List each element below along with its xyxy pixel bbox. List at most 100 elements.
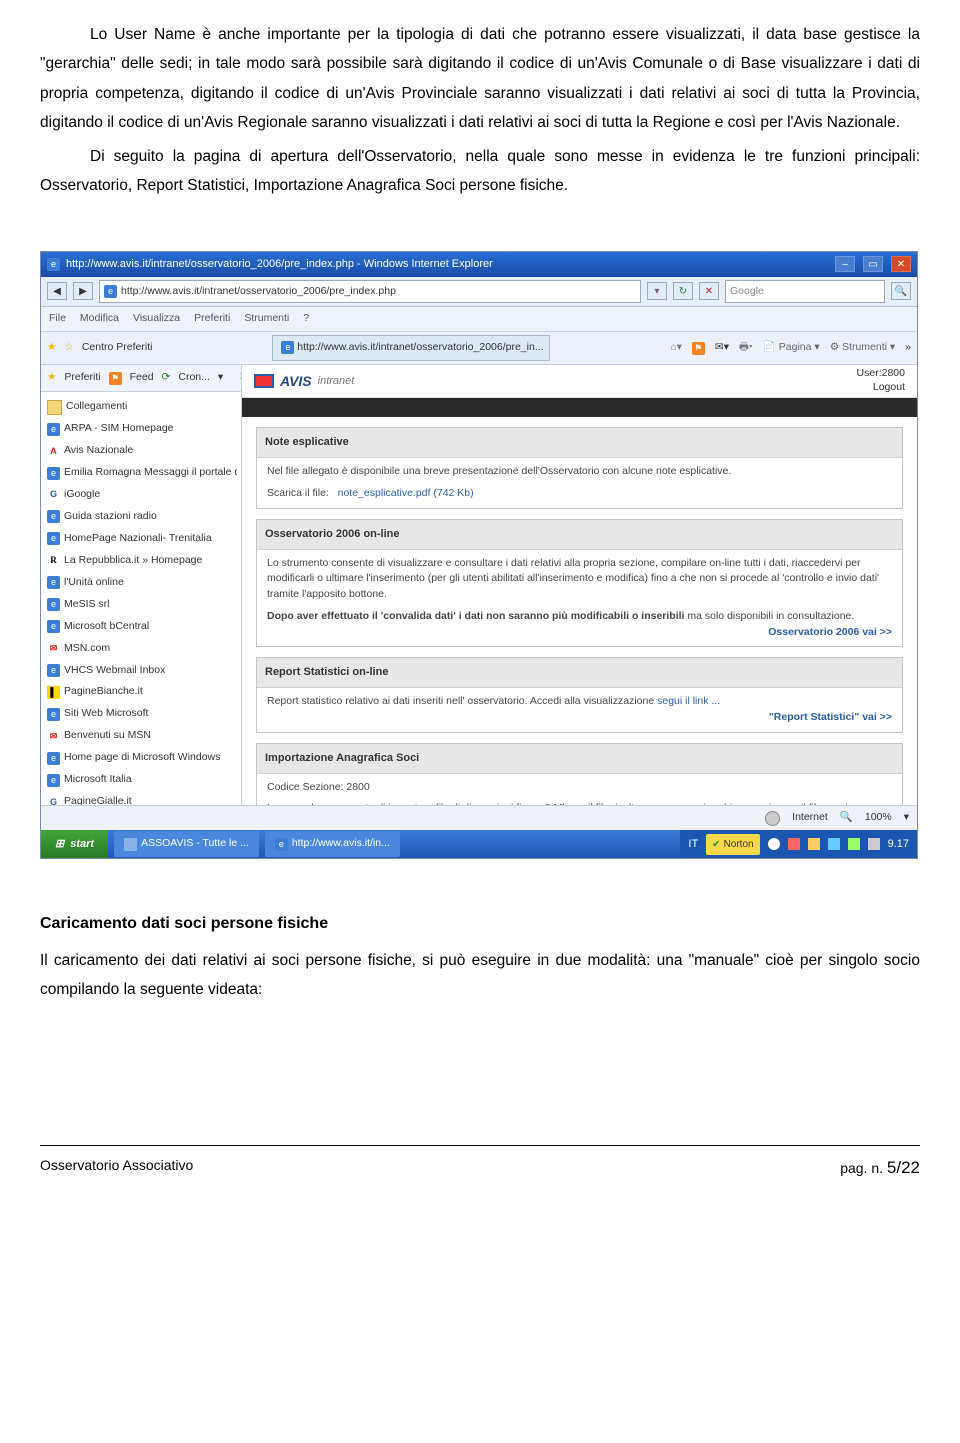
tray-icon[interactable]: [848, 838, 860, 850]
home-icon[interactable]: ⌂▾: [670, 338, 682, 358]
folder-icon: [47, 400, 62, 415]
clock[interactable]: 9.17: [888, 834, 909, 855]
more-chevron[interactable]: »: [905, 338, 911, 358]
card-inline-link[interactable]: segui il link ...: [657, 695, 720, 707]
favorites-item[interactable]: eARPA - SIM Homepage: [45, 418, 237, 440]
stop-button[interactable]: ✕: [699, 282, 719, 300]
page-menu[interactable]: 📄 Pagina ▾: [763, 338, 820, 358]
mail-icon[interactable]: ✉▾: [715, 338, 729, 358]
window-minimize-button[interactable]: ‒: [835, 256, 855, 272]
download-link[interactable]: note_esplicative.pdf (742 Kb): [338, 487, 474, 499]
tray-icon[interactable]: [828, 838, 840, 850]
fav-tab-history[interactable]: Cron...: [178, 368, 210, 388]
card-header: Note esplicative: [257, 428, 902, 458]
favorites-item[interactable]: GiGoogle: [45, 484, 237, 506]
favorites-center-label[interactable]: Centro Preferiti: [82, 338, 153, 358]
favorites-item[interactable]: eSiti Web Microsoft: [45, 703, 237, 725]
tray-icon[interactable]: [768, 838, 780, 850]
window-close-button[interactable]: ✕: [891, 256, 911, 272]
favorites-item[interactable]: Collegamenti: [45, 396, 237, 418]
avis-icon: A: [47, 445, 60, 458]
tray-icon[interactable]: [788, 838, 800, 850]
favorites-item[interactable]: ✉Benvenuti su MSN: [45, 725, 237, 747]
favorites-item[interactable]: eMeSIS srl: [45, 594, 237, 616]
feeds-icon[interactable]: ⚑: [692, 342, 705, 355]
menu-help[interactable]: ?: [303, 309, 309, 329]
taskbar-item-1[interactable]: ASSOAVIS - Tutte le ...: [114, 831, 259, 857]
google-icon: G: [47, 488, 60, 501]
favorites-item[interactable]: eMicrosoft Italia: [45, 769, 237, 791]
add-favorite-icon[interactable]: ☆: [64, 338, 73, 358]
tray-icon[interactable]: [868, 838, 880, 850]
repubblica-icon: R: [47, 554, 60, 567]
favorites-item[interactable]: eGuida stazioni radio: [45, 506, 237, 528]
favorites-star-icon[interactable]: ★: [47, 338, 56, 358]
favorites-item[interactable]: ▌PagineBianche.it: [45, 681, 237, 703]
favorites-list: CollegamentieARPA - SIM HomepageAAvis Na…: [41, 392, 241, 805]
address-bar[interactable]: e http://www.avis.it/intranet/osservator…: [99, 280, 641, 304]
favorites-item[interactable]: eHomePage Nazionali- Trenitalia: [45, 528, 237, 550]
favorites-item[interactable]: eEmilia Romagna Messaggi il portale del.…: [45, 462, 237, 484]
favorites-item-label: MeSIS srl: [64, 595, 110, 615]
forward-button[interactable]: ▶: [73, 282, 93, 300]
refresh-button[interactable]: ↻: [673, 282, 693, 300]
favorites-item[interactable]: e Microsoft bCentral: [45, 616, 237, 638]
favorites-item[interactable]: R La Repubblica.it » Homepage: [45, 550, 237, 572]
print-icon[interactable]: 🖶▾: [739, 338, 753, 358]
search-button[interactable]: 🔍: [891, 282, 911, 300]
favorites-item[interactable]: AAvis Nazionale: [45, 440, 237, 462]
language-indicator[interactable]: IT: [688, 834, 698, 855]
browser-tab[interactable]: e http://www.avis.it/intranet/osservator…: [272, 335, 550, 361]
favorites-item-label: ARPA - SIM Homepage: [64, 419, 174, 439]
footer-title: Osservatorio Associativo: [40, 1152, 193, 1184]
card-text-cont: ma solo disponibili in consultazione.: [684, 610, 854, 622]
norton-badge[interactable]: ✔ Norton: [706, 834, 759, 855]
yellow-icon: ▌: [47, 686, 60, 699]
menu-favorites[interactable]: Preferiti: [194, 309, 230, 329]
favorites-item-label: Collegamenti: [66, 397, 127, 417]
card-header: Importazione Anagrafica Soci: [257, 744, 902, 774]
menu-edit[interactable]: Modifica: [80, 309, 119, 329]
window-maximize-button[interactable]: ▭: [863, 256, 883, 272]
fav-tab-feed[interactable]: Feed: [130, 368, 154, 388]
history-icon: ⟳: [162, 368, 171, 388]
avis-mark-icon: [254, 374, 274, 388]
go-button[interactable]: ▾: [647, 282, 667, 300]
fav-chevron-icon[interactable]: ▾: [218, 368, 223, 388]
menu-tools[interactable]: Strumenti: [244, 309, 289, 329]
osservatorio-link[interactable]: Osservatorio 2006 vai >>: [267, 625, 892, 641]
favorites-item[interactable]: eVHCS Webmail Inbox: [45, 660, 237, 682]
zoom-icon[interactable]: 🔍: [840, 808, 853, 828]
favorites-item[interactable]: ✉MSN.com: [45, 638, 237, 660]
google-icon: G: [47, 796, 60, 806]
favorites-item-label: HomePage Nazionali- Trenitalia: [64, 529, 212, 549]
favorites-item-label: Emilia Romagna Messaggi il portale del..…: [64, 463, 237, 483]
favorites-item[interactable]: eHome page di Microsoft Windows: [45, 747, 237, 769]
star-icon: ★: [47, 368, 56, 388]
page-icon: e: [47, 664, 60, 677]
menu-file[interactable]: File: [49, 309, 66, 329]
zoom-dropdown-icon[interactable]: ▾: [904, 808, 909, 828]
favorites-item[interactable]: el'Unità online: [45, 572, 237, 594]
system-tray: IT ✔ Norton 9.17: [680, 830, 917, 858]
taskbar-item-2[interactable]: e http://www.avis.it/in...: [265, 831, 400, 857]
logout-link[interactable]: Logout: [873, 381, 905, 393]
search-box[interactable]: Google: [725, 280, 885, 304]
tray-icon[interactable]: [808, 838, 820, 850]
favorites-item[interactable]: GPagineGialle.it: [45, 791, 237, 805]
zoom-level[interactable]: 100%: [865, 808, 892, 828]
card-report-statistici: Report Statistici on-line Report statist…: [256, 657, 903, 732]
browser-body: ★ Preferiti ⚑ Feed ⟳ Cron... ▾ ✕ Collega…: [41, 365, 917, 805]
back-button[interactable]: ◀: [47, 282, 67, 300]
favorites-item-label: iGoogle: [64, 485, 100, 505]
fav-tab-favorites[interactable]: Preferiti: [64, 368, 100, 388]
favorites-item-label: Microsoft bCentral: [64, 617, 149, 637]
favorites-item-label: La Repubblica.it » Homepage: [64, 551, 202, 571]
card-header: Osservatorio 2006 on-line: [257, 520, 902, 550]
tools-menu[interactable]: ⚙ Strumenti ▾: [830, 338, 895, 358]
app-icon: [124, 838, 137, 851]
menu-view[interactable]: Visualizza: [133, 309, 180, 329]
page-icon: e: [47, 620, 60, 633]
start-button[interactable]: ⊞ start: [41, 830, 108, 858]
report-link[interactable]: "Report Statistici" vai >>: [267, 710, 892, 726]
